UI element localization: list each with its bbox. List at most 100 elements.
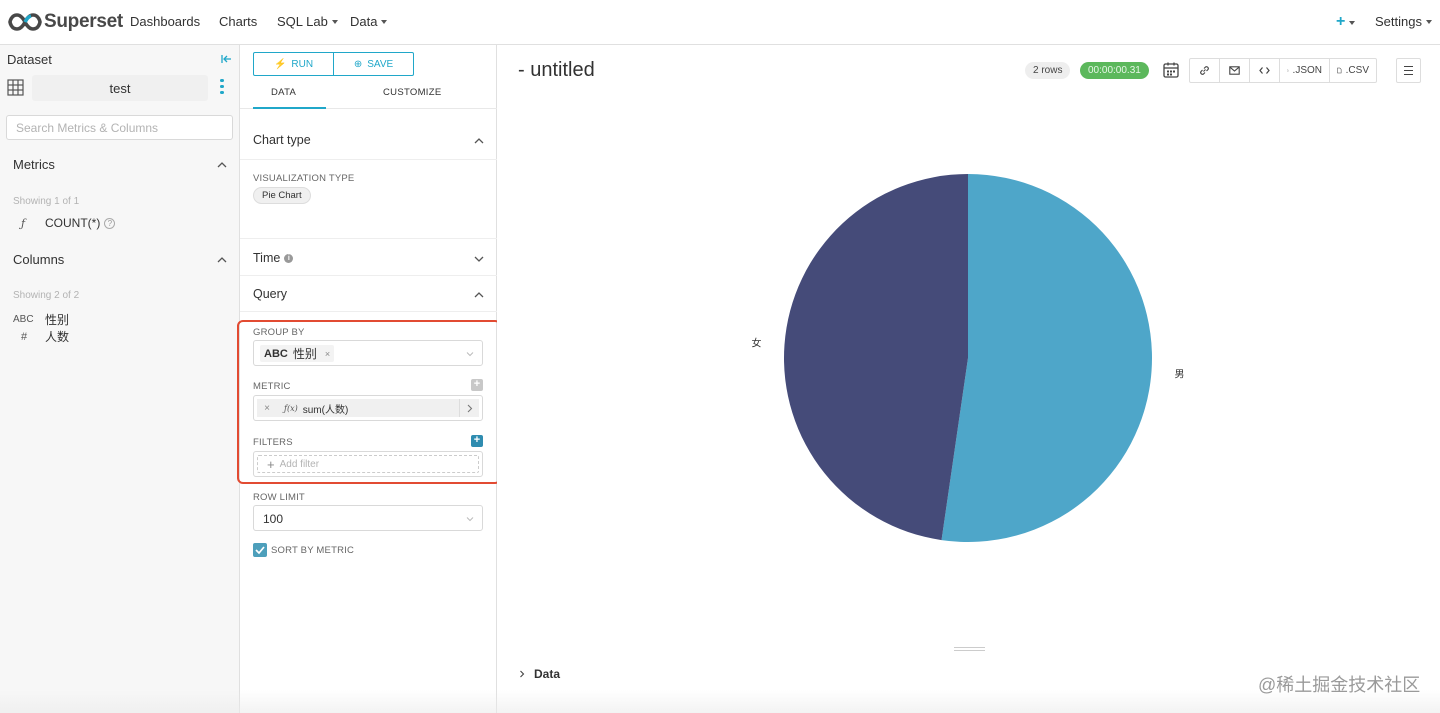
checkmark-icon	[255, 546, 265, 555]
nav-sql-lab-menu[interactable]: SQL Lab	[277, 14, 338, 29]
active-tab-indicator	[253, 107, 326, 109]
group-by-select[interactable]: ABC 性别 ×	[253, 340, 483, 366]
chart-type-section-header[interactable]: Chart type	[240, 110, 497, 160]
metric-item[interactable]: ƒ COUNT(*) ?	[13, 216, 116, 230]
metric-tag[interactable]: × ƒ(x) sum(人数)	[257, 399, 479, 417]
metrics-showing-count: Showing 1 of 1	[13, 196, 80, 207]
data-section-toggle[interactable]: Data	[518, 667, 560, 681]
close-icon[interactable]: ×	[257, 403, 277, 414]
metric-label: METRIC	[253, 381, 291, 392]
caret-down-icon	[331, 20, 338, 24]
columns-section-title[interactable]: Columns	[13, 252, 64, 267]
string-type-icon: ABC	[264, 347, 288, 360]
info-icon: i	[284, 253, 294, 263]
add-filter-label: Add filter	[279, 458, 320, 470]
chevron-up-icon	[474, 292, 484, 298]
new-item-menu[interactable]: +	[1336, 13, 1356, 31]
chevron-down-icon	[466, 517, 474, 522]
save-button[interactable]: ⊕ SAVE	[334, 52, 414, 76]
row-limit-value: 100	[263, 512, 284, 526]
search-metrics-columns-input[interactable]	[6, 115, 233, 140]
nav-sql-lab-label: SQL Lab	[277, 14, 328, 29]
column-name: 人数	[45, 330, 70, 344]
pie-slice-label: 男	[1174, 368, 1184, 380]
control-panel: ⚡ RUN ⊕ SAVE DATA CUSTOMIZE Chart type VIS…	[240, 45, 497, 713]
brand[interactable]: Superset	[8, 9, 123, 35]
group-by-tag: ABC 性别 ×	[260, 345, 335, 362]
lightning-icon: ⚡	[273, 58, 287, 70]
pie-chart: 男女	[752, 174, 1184, 542]
pie-slice[interactable]	[784, 174, 968, 541]
caret-down-icon	[1425, 20, 1432, 24]
column-item[interactable]: # 人数	[13, 328, 69, 345]
sort-by-metric-checkbox[interactable]	[253, 543, 267, 557]
run-button[interactable]: ⚡ RUN	[253, 52, 334, 76]
chevron-up-icon[interactable]	[216, 254, 228, 266]
string-type-icon: ABC	[13, 314, 34, 325]
add-filter-button[interactable]: + Add filter	[257, 455, 479, 473]
plus-circle-icon: ⊕	[353, 58, 363, 70]
metric-name: COUNT(*)	[45, 216, 101, 230]
top-navbar: Superset Dashboards Charts SQL Lab Data …	[0, 0, 1440, 45]
function-icon: ƒ	[21, 216, 26, 230]
chevron-right-icon[interactable]	[459, 399, 479, 417]
metric-tag-value: sum(人数)	[302, 404, 349, 416]
group-by-tag-value: 性别	[292, 347, 317, 361]
nav-data-label: Data	[350, 14, 378, 29]
chevron-right-icon	[520, 670, 525, 678]
add-filter-icon[interactable]: +	[471, 435, 483, 447]
tab-customize[interactable]: CUSTOMIZE	[383, 87, 441, 98]
metric-select[interactable]: × ƒ(x) sum(人数)	[253, 395, 483, 421]
tab-data[interactable]: DATA	[271, 87, 296, 98]
metrics-section-title[interactable]: Metrics	[13, 157, 55, 172]
more-vertical-icon[interactable]	[219, 79, 225, 97]
column-item[interactable]: ABC 性别	[13, 311, 69, 328]
query-title: Query	[253, 287, 288, 301]
time-section-header[interactable]: Time i	[240, 238, 497, 276]
settings-menu[interactable]: Settings	[1375, 14, 1432, 29]
add-metric-icon[interactable]: +	[471, 379, 483, 391]
row-limit-select[interactable]: 100	[253, 505, 483, 531]
sort-by-metric-label: SORT BY METRIC	[271, 545, 355, 556]
plus-icon: +	[267, 456, 275, 472]
watermark: @稀土掘金技术社区	[1258, 675, 1421, 695]
resize-handle[interactable]	[954, 647, 985, 651]
nav-charts[interactable]: Charts	[219, 14, 257, 29]
pie-slices	[784, 174, 1152, 542]
collapse-panel-icon[interactable]	[219, 52, 233, 66]
time-title: Time	[253, 251, 281, 265]
superset-logo-icon	[8, 13, 42, 31]
pie-slice-label: 女	[752, 337, 762, 350]
dataset-heading: Dataset	[7, 52, 52, 67]
numeric-type-icon: #	[21, 330, 28, 343]
run-save-button-group: ⚡ RUN ⊕ SAVE	[253, 52, 414, 76]
brand-name: Superset	[44, 11, 123, 32]
data-section-label: Data	[534, 667, 561, 681]
chevron-up-icon[interactable]	[216, 159, 228, 171]
query-section-header[interactable]: Query	[240, 276, 497, 312]
chart-area: - untitled 2 rows 00:00:00.31 .JSON .CSV…	[497, 45, 1440, 713]
plus-icon: +	[1336, 13, 1346, 30]
filters-select: + Add filter	[253, 451, 483, 477]
pie-slice[interactable]	[941, 174, 1152, 542]
chevron-down-icon	[474, 256, 484, 262]
settings-label: Settings	[1375, 14, 1422, 29]
datasource-panel: Dataset test Metrics Showing 1 of 1 ƒ CO…	[0, 45, 240, 713]
time-title-wrap: Time i	[253, 251, 294, 265]
nav-dashboards[interactable]: Dashboards	[130, 14, 200, 29]
control-tabs: DATA CUSTOMIZE	[240, 81, 497, 109]
columns-showing-count: Showing 2 of 2	[13, 290, 80, 301]
filters-label: FILTERS	[253, 437, 293, 448]
row-limit-label: ROW LIMIT	[253, 492, 305, 503]
question-circle-icon: ?	[104, 217, 116, 229]
chart-type-title: Chart type	[253, 133, 311, 147]
nav-data-menu[interactable]: Data	[350, 14, 388, 29]
chevron-up-icon	[474, 138, 484, 144]
viz-type-selector[interactable]: Pie Chart	[253, 187, 311, 204]
caret-down-icon	[381, 20, 388, 24]
table-icon	[7, 79, 24, 96]
dataset-name[interactable]: test	[32, 75, 208, 101]
close-icon[interactable]: ×	[325, 349, 330, 359]
caret-down-icon	[1349, 20, 1356, 25]
column-name: 性别	[45, 313, 70, 327]
